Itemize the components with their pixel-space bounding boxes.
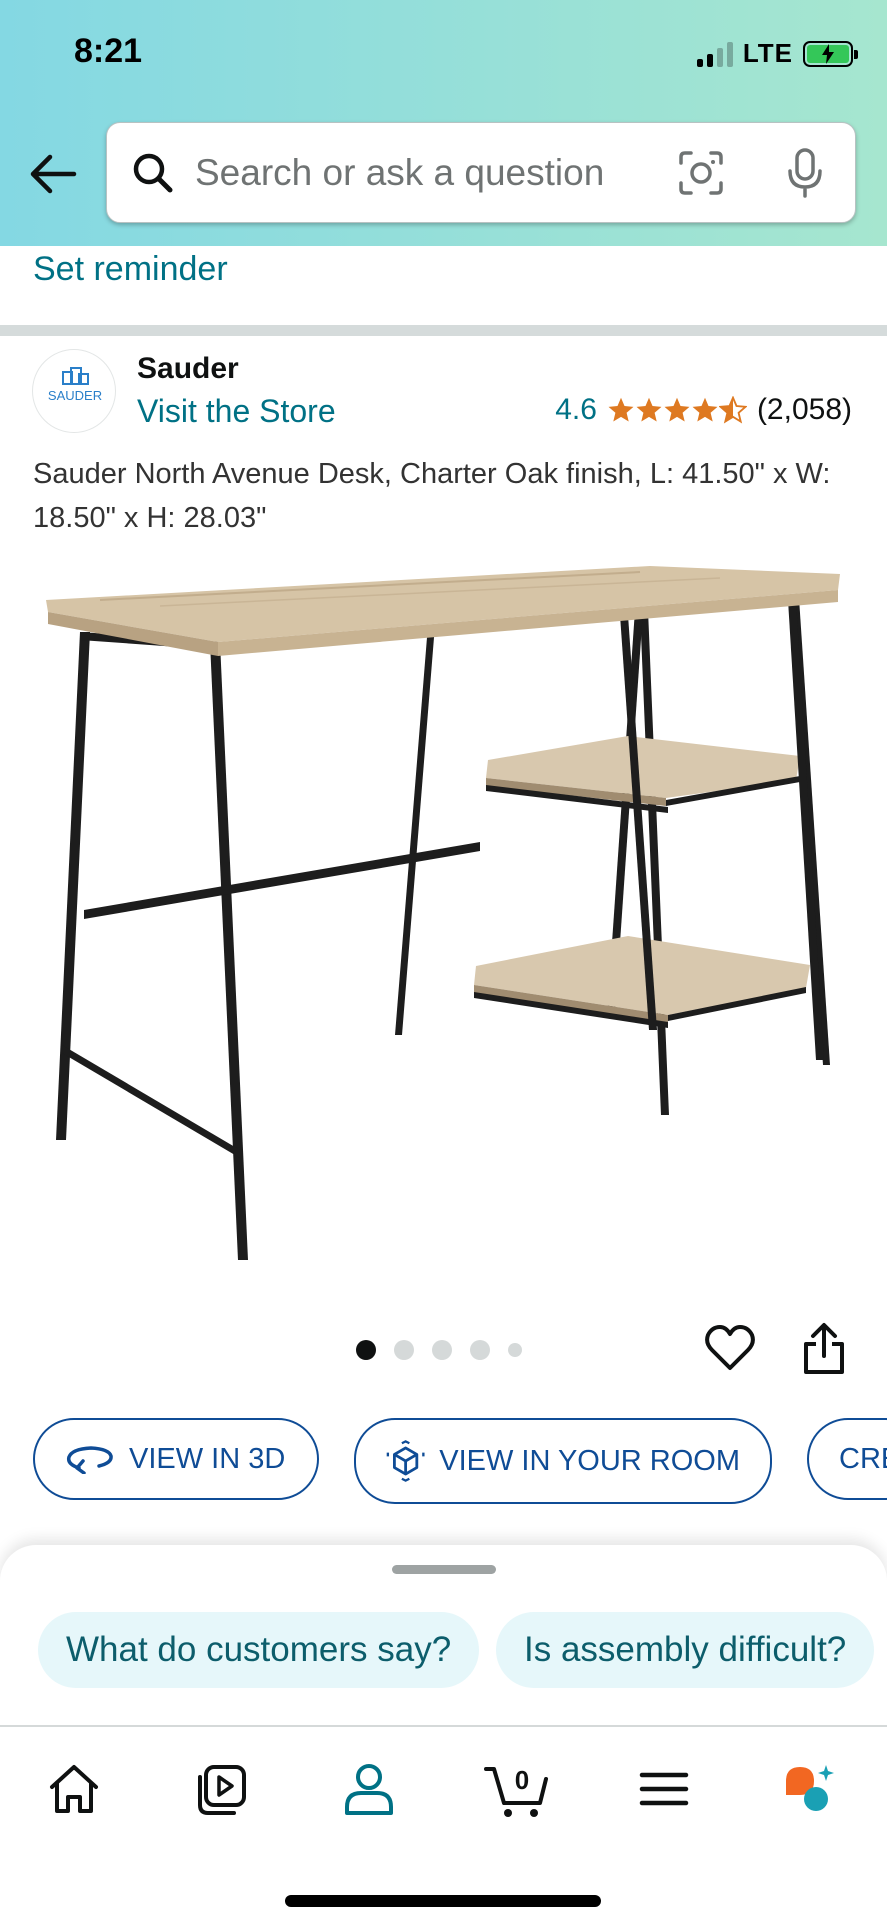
carousel-dot[interactable] (394, 1340, 414, 1360)
carousel-dot[interactable] (356, 1340, 376, 1360)
star-full-icon (692, 397, 718, 422)
search-bar[interactable] (106, 122, 856, 223)
suggestion-chip[interactable]: What do customers say? (38, 1612, 480, 1688)
ar-cube-icon (386, 1440, 425, 1482)
sheet-handle[interactable] (392, 1565, 496, 1574)
bottom-nav: 0 (0, 1725, 887, 1920)
carousel-dot[interactable] (470, 1340, 490, 1360)
star-full-icon (636, 397, 662, 422)
visit-store-link[interactable]: Visit the Store (137, 393, 336, 430)
share-icon[interactable] (800, 1322, 848, 1376)
star-half-icon (718, 396, 747, 424)
menu-icon[interactable] (634, 1759, 694, 1819)
view-in-your-room-button[interactable]: VIEW IN YOUR ROOM (354, 1418, 772, 1504)
carousel-indicator[interactable] (356, 1340, 522, 1360)
rating-count: (2,058) (756, 393, 852, 426)
status-icons: LTE (696, 38, 858, 69)
camera-lens-icon[interactable] (677, 149, 725, 197)
home-indicator[interactable] (285, 1895, 601, 1907)
view-in-your-room-label: VIEW IN YOUR ROOM (439, 1444, 740, 1477)
product-image[interactable] (40, 560, 848, 1260)
star-full-icon (664, 397, 690, 422)
suggestion-chip[interactable]: Is assembly difficult? (496, 1612, 875, 1688)
search-icon (133, 153, 173, 193)
signal-icon (696, 41, 733, 67)
suggestion-sheet: What do customers say? Is assembly diffi… (0, 1545, 887, 1725)
account-icon[interactable] (339, 1759, 399, 1819)
back-arrow-icon[interactable] (28, 152, 78, 196)
header: 8:21 LTE (0, 0, 887, 246)
rating-stars (607, 396, 747, 424)
set-reminder-link[interactable]: Set reminder (33, 250, 228, 289)
video-icon[interactable] (192, 1759, 252, 1819)
brand-name: Sauder (137, 352, 239, 385)
rufus-icon[interactable] (780, 1759, 840, 1819)
rating-value: 4.6 (555, 393, 597, 426)
product-title: Sauder North Avenue Desk, Charter Oak fi… (33, 458, 831, 534)
carousel-dot[interactable] (508, 1343, 522, 1357)
home-icon[interactable] (44, 1759, 104, 1819)
rating-summary[interactable]: 4.6 (2,058) (555, 393, 852, 427)
carousel-dot[interactable] (432, 1340, 452, 1360)
search-input[interactable] (195, 147, 645, 199)
heart-icon[interactable] (704, 1322, 756, 1374)
rotate-3d-icon (66, 1446, 113, 1474)
brand-logo-text: SAUDER (48, 388, 102, 403)
create-label: CRE (839, 1442, 887, 1475)
star-full-icon (608, 397, 634, 422)
view-in-3d-label: VIEW IN 3D (129, 1442, 286, 1475)
create-button[interactable]: CRE (807, 1418, 887, 1500)
status-time: 8:21 (74, 32, 143, 70)
network-label: LTE (742, 38, 793, 68)
section-divider (0, 325, 887, 336)
cart-count: 0 (515, 1765, 529, 1795)
brand-logo[interactable]: SAUDER (32, 349, 116, 433)
microphone-icon[interactable] (785, 147, 825, 199)
battery-icon (803, 40, 858, 67)
cart-icon[interactable]: 0 (482, 1759, 554, 1819)
view-in-3d-button[interactable]: VIEW IN 3D (33, 1418, 319, 1500)
